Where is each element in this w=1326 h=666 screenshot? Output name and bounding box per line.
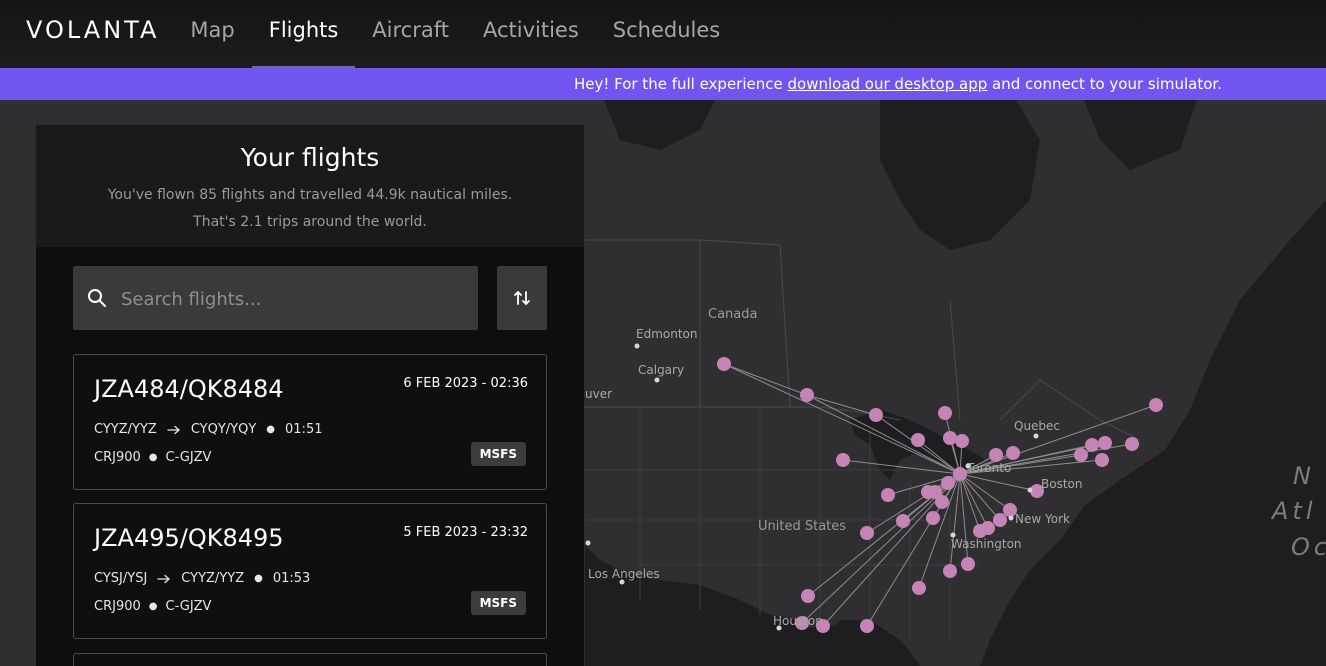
airport-marker[interactable] <box>911 433 925 447</box>
flights-panel: Your flights You've flown 85 flights and… <box>36 124 584 666</box>
airport-marker[interactable] <box>1125 437 1139 451</box>
flight-card[interactable]: JZA495/QK8495 5 FEB 2023 - 23:32 CYSJ/YS… <box>73 503 547 639</box>
separator-dot-icon: ● <box>254 573 263 584</box>
flight-date: 6 FEB 2023 - 02:36 <box>403 376 528 391</box>
map-label-washington: Washington <box>951 537 1022 551</box>
flight-destination: CYYZ/YYZ <box>181 571 245 586</box>
airport-marker[interactable] <box>860 619 874 633</box>
airport-marker[interactable] <box>717 357 731 371</box>
desktop-app-banner: Hey! For the full experience download ou… <box>0 68 1326 100</box>
aircraft-registration: C-GJZV <box>165 599 212 614</box>
airport-marker[interactable] <box>941 476 955 490</box>
flight-callsign: JZA484/QK8484 <box>94 375 284 403</box>
flight-route: CYYZ/YYZ CYQY/YQY ● 01:51 <box>94 422 322 437</box>
airport-marker[interactable] <box>993 513 1007 527</box>
airport-marker[interactable] <box>1074 448 1088 462</box>
airport-marker[interactable] <box>800 388 814 402</box>
flight-duration: 01:51 <box>285 422 323 437</box>
airport-marker[interactable] <box>989 448 1003 462</box>
flight-route: CYSJ/YSJ CYYZ/YYZ ● 01:53 <box>94 571 310 586</box>
aircraft-type: CRJ900 <box>94 599 141 614</box>
airport-marker[interactable] <box>836 453 850 467</box>
flight-aircraft: CRJ900 ● C-GJZV <box>94 450 211 465</box>
simulator-badge: MSFS <box>470 591 526 615</box>
search-box <box>73 266 478 332</box>
search-icon <box>88 289 106 307</box>
airport-marker[interactable] <box>912 581 926 595</box>
nav-aircraft[interactable]: Aircraft <box>355 0 466 68</box>
flight-callsign: JZA495/QK8495 <box>94 524 284 552</box>
airport-marker[interactable] <box>943 431 957 445</box>
arrow-right-icon <box>157 574 171 583</box>
airport-marker[interactable] <box>953 467 967 481</box>
airport-marker[interactable] <box>938 406 952 420</box>
airport-marker[interactable] <box>935 495 949 509</box>
banner-prefix: Hey! For the full experience <box>573 75 788 93</box>
nav-map[interactable]: Map <box>173 0 251 68</box>
map-label-ocean-3: Oc <box>1291 533 1326 561</box>
map-label-houston: Houston <box>773 614 823 628</box>
flight-aircraft: CRJ900 ● C-GJZV <box>94 599 211 614</box>
map-label-new-york: New York <box>1015 512 1070 526</box>
flight-duration: 01:53 <box>272 571 311 586</box>
top-nav: VOLANTA Map Flights Aircraft Activities … <box>0 0 1326 68</box>
map-label-quebec: Quebec <box>1014 419 1060 433</box>
airport-marker[interactable] <box>1085 438 1099 452</box>
flights-summary: Your flights You've flown 85 flights and… <box>36 125 584 247</box>
flights-trips: That's 2.1 trips around the world. <box>193 214 427 230</box>
flight-date: 5 FEB 2023 - 23:32 <box>403 525 528 540</box>
airport-marker[interactable] <box>860 526 874 540</box>
airport-marker[interactable] <box>955 434 969 448</box>
simulator-badge: MSFS <box>470 442 526 466</box>
download-desktop-app-link[interactable]: download our desktop app <box>788 75 988 93</box>
aircraft-type: CRJ900 <box>94 450 141 465</box>
airport-marker[interactable] <box>1098 436 1112 450</box>
search-row <box>73 266 547 332</box>
map-label-ocean-1: N <box>1293 462 1315 490</box>
aircraft-registration: C-GJZV <box>165 450 212 465</box>
flight-origin: CYYZ/YYZ <box>94 422 157 437</box>
flight-card[interactable]: JZA484/QK8484 6 FEB 2023 - 02:36 CYYZ/YY… <box>73 354 547 490</box>
map-label-calgary: Calgary <box>638 363 684 377</box>
map-label-ocean-2: Atl <box>1270 497 1317 525</box>
airport-marker[interactable] <box>801 589 815 603</box>
arrow-right-icon <box>167 425 180 434</box>
airport-marker[interactable] <box>943 564 957 578</box>
separator-dot-icon: ● <box>148 601 158 612</box>
banner-suffix: and connect to your simulator. <box>987 75 1222 93</box>
airport-marker[interactable] <box>973 524 987 538</box>
flights-stats: You've flown 85 flights and travelled 44… <box>107 187 513 203</box>
map-label-boston: Boston <box>1041 477 1082 491</box>
app-root: Canada Edmonton Calgary uver Quebec Toro… <box>0 0 1326 666</box>
nav-flights[interactable]: Flights <box>251 0 356 68</box>
map-label-toronto: Toronto <box>966 461 1011 475</box>
flight-origin: CYSJ/YSJ <box>94 571 148 586</box>
airport-marker[interactable] <box>1149 398 1163 412</box>
airport-marker[interactable] <box>1095 453 1109 467</box>
separator-dot-icon: ● <box>266 424 276 435</box>
sort-button[interactable] <box>497 266 547 330</box>
flight-destination: CYQY/YQY <box>190 422 257 437</box>
map-label-united-states: United States <box>758 519 846 534</box>
map-label-vancouver: uver <box>585 387 612 401</box>
map-label-los-angeles: Los Angeles <box>588 567 660 581</box>
map-label-canada: Canada <box>708 307 757 322</box>
airport-marker[interactable] <box>961 557 975 571</box>
panel-title: Your flights <box>240 143 380 172</box>
nav-schedules[interactable]: Schedules <box>596 0 737 68</box>
airport-marker[interactable] <box>881 488 895 502</box>
airport-marker[interactable] <box>869 408 883 422</box>
airport-marker[interactable] <box>926 511 940 525</box>
volanta-logo[interactable]: VOLANTA <box>26 0 159 68</box>
flight-card-partial[interactable] <box>73 653 547 666</box>
map-label-edmonton: Edmonton <box>636 327 698 341</box>
separator-dot-icon: ● <box>148 452 158 463</box>
airport-marker[interactable] <box>1006 446 1020 460</box>
nav-activities[interactable]: Activities <box>466 0 596 68</box>
sort-icon <box>514 291 530 305</box>
search-flights-input[interactable] <box>119 266 463 332</box>
airport-marker[interactable] <box>896 514 910 528</box>
